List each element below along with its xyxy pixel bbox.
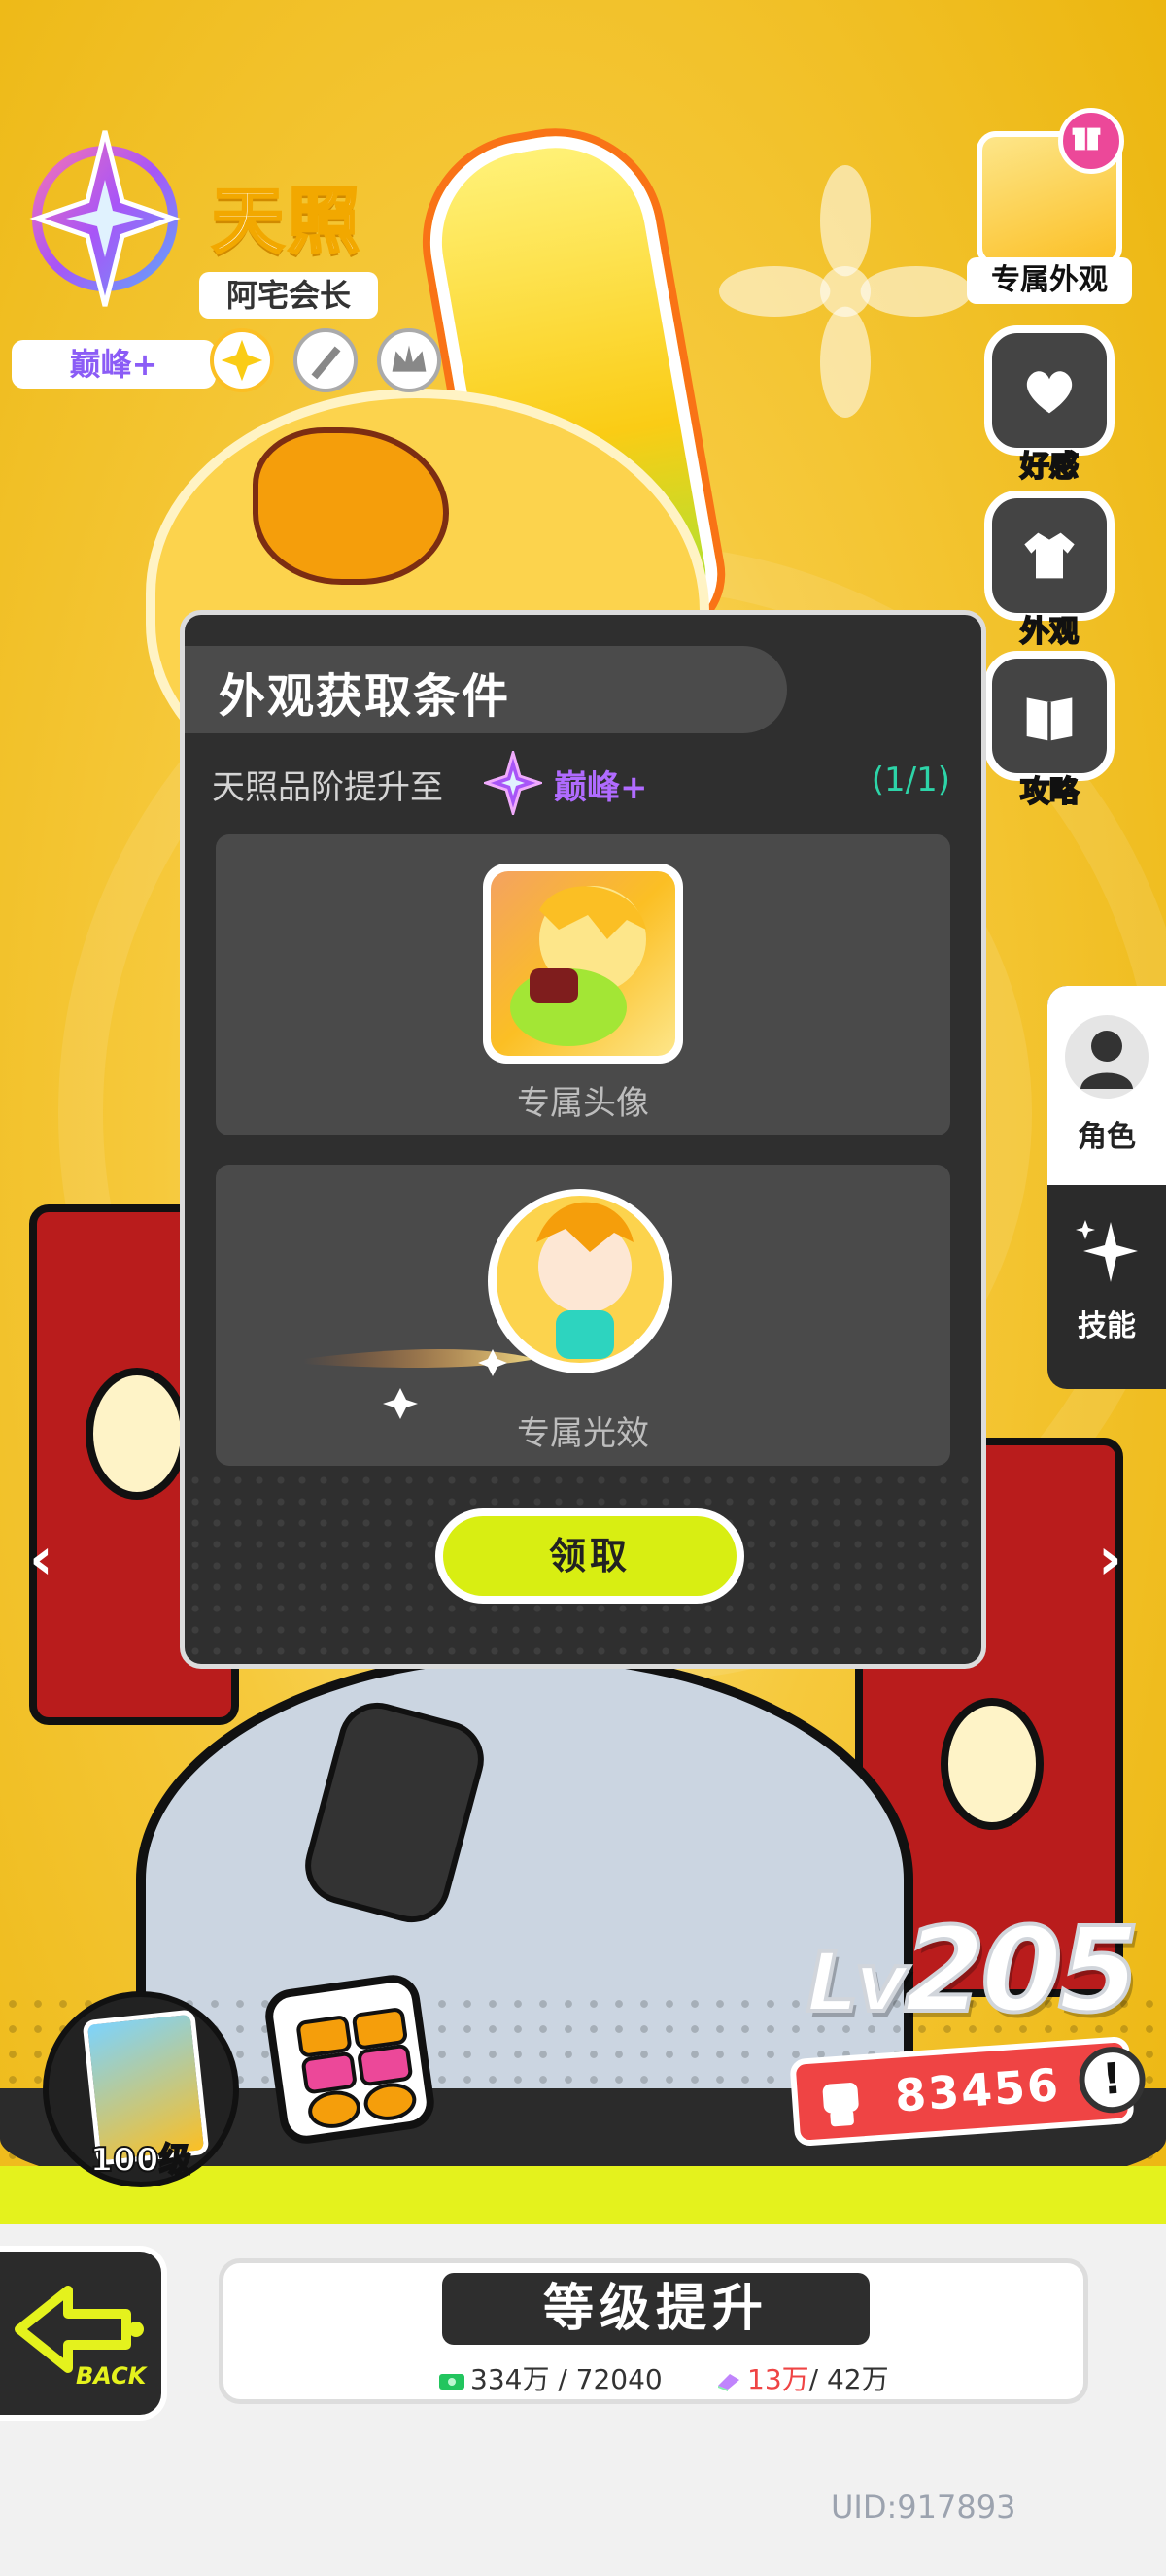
tab-role[interactable]: 角色 bbox=[1047, 986, 1166, 1185]
tower-window bbox=[86, 1368, 189, 1500]
fist-icon bbox=[822, 2083, 859, 2127]
character-name: 天照 bbox=[211, 179, 363, 265]
tab-skill[interactable]: 技能 bbox=[1047, 1204, 1166, 1389]
gold-cost: 334万 / 72040 bbox=[437, 2358, 663, 2397]
back-button[interactable]: BACK bbox=[0, 2246, 167, 2421]
user-id: UID:917893 bbox=[831, 2489, 1016, 2525]
character-level: Lv205 bbox=[805, 1902, 1142, 2041]
grid-cell-icon bbox=[361, 2080, 419, 2124]
person-icon bbox=[1065, 1015, 1149, 1099]
book-icon bbox=[984, 651, 1115, 781]
affinity-label: 好感 bbox=[1019, 449, 1080, 485]
exclusive-avatar-frame bbox=[483, 864, 683, 1064]
dialog-title: 外观获取条件 bbox=[219, 669, 511, 724]
flower-decoration-icon bbox=[719, 165, 972, 418]
tower-window bbox=[941, 1698, 1044, 1830]
cash-icon bbox=[439, 2374, 464, 2390]
material-icon bbox=[718, 2374, 739, 2391]
guide-button[interactable]: 攻略 bbox=[977, 651, 1122, 810]
reward-label-effect: 专属光效 bbox=[517, 1414, 649, 1453]
appearance-condition-dialog: 外观获取条件 天照品阶提升至 巅峰+ (1/1) 专属头像 专属光效 领取 bbox=[180, 610, 986, 1669]
next-arrow-icon[interactable]: › bbox=[1098, 1525, 1122, 1593]
combat-power-value: 83456 bbox=[893, 2058, 1062, 2122]
exclusive-avatar-image bbox=[491, 871, 675, 1056]
reward-card-effect[interactable]: 专属光效 bbox=[216, 1165, 950, 1466]
tab-skill-label: 技能 bbox=[1078, 1309, 1136, 1343]
menu-grid-button[interactable] bbox=[261, 1971, 438, 2148]
grid-cell-icon bbox=[300, 2051, 359, 2095]
reward-label-avatar: 专属头像 bbox=[517, 1084, 649, 1123]
material-cost: 13万/ 42万 bbox=[714, 2358, 889, 2397]
shirt-icon bbox=[984, 491, 1115, 621]
gift-icon bbox=[1058, 108, 1124, 174]
trait-crown-icon[interactable] bbox=[377, 328, 441, 392]
condition-text: 天照品阶提升至 bbox=[212, 768, 443, 807]
trait-weapon-icon[interactable] bbox=[293, 328, 358, 392]
back-label: BACK bbox=[76, 2362, 147, 2390]
previous-arrow-icon[interactable]: ‹ bbox=[29, 1525, 53, 1593]
grid-cell-icon bbox=[356, 2043, 414, 2087]
material-need: / 42万 bbox=[808, 2363, 889, 2395]
rank-star-emblem-icon bbox=[29, 130, 181, 307]
guide-label: 攻略 bbox=[1019, 774, 1080, 810]
condition-progress: (1/1) bbox=[871, 761, 950, 799]
claim-button-label: 领取 bbox=[443, 1516, 737, 1596]
character-rank-pill: 巅峰+ bbox=[12, 340, 216, 389]
grid-cell-icon bbox=[305, 2087, 363, 2132]
appearance-button[interactable]: 外观 bbox=[977, 491, 1122, 650]
back-arrow-icon bbox=[15, 2286, 144, 2373]
claim-button[interactable]: 领取 bbox=[435, 1508, 744, 1604]
rank-star-icon bbox=[484, 751, 542, 815]
exclusive-look-button[interactable]: 专属外观 bbox=[967, 108, 1132, 304]
exclusive-look-label: 专属外观 bbox=[967, 257, 1132, 304]
tab-role-label: 角色 bbox=[1078, 1120, 1136, 1154]
character-title-badge: 阿宅会长 bbox=[199, 272, 378, 319]
reward-card-avatar[interactable]: 专属头像 bbox=[216, 834, 950, 1135]
trait-element-icon[interactable] bbox=[210, 328, 274, 392]
level-prefix: Lv bbox=[805, 1933, 909, 2032]
exclusive-look-portrait bbox=[977, 108, 1124, 267]
level-up-panel[interactable]: 等级提升 334万 / 72040 13万/ 42万 bbox=[219, 2258, 1088, 2404]
level-reward-button[interactable]: 100级 bbox=[43, 1991, 239, 2187]
material-have: 13万 bbox=[747, 2363, 809, 2395]
appearance-label: 外观 bbox=[1019, 614, 1080, 650]
gold-cost-value: 334万 / 72040 bbox=[470, 2363, 663, 2395]
level-up-button[interactable]: 等级提升 bbox=[442, 2273, 870, 2345]
level-reward-label: 100级 bbox=[89, 2140, 193, 2181]
heart-icon bbox=[984, 325, 1115, 456]
level-value: 205 bbox=[902, 1902, 1141, 2041]
condition-rank: 巅峰+ bbox=[554, 768, 648, 807]
sparkle-icon bbox=[1076, 1220, 1138, 1282]
affinity-button[interactable]: 好感 bbox=[977, 325, 1122, 485]
